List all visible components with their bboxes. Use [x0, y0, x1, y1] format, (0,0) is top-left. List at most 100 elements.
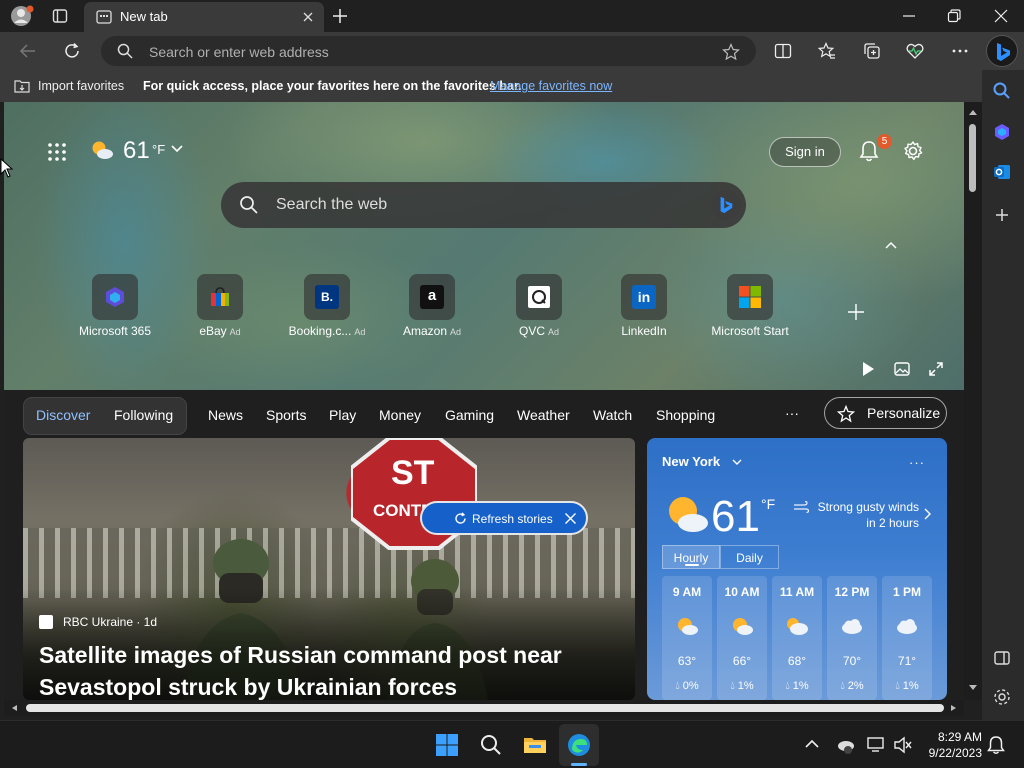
new-tab-plus-icon[interactable]	[331, 7, 349, 25]
hide-sidebar-icon[interactable]	[992, 648, 1012, 668]
top-story-card[interactable]: ST CONTROL RBC Ukraine · 1d Satellite im…	[23, 438, 635, 700]
feed-tab-money[interactable]: Money	[379, 407, 421, 423]
sidebar-copilot-icon[interactable]	[992, 122, 1012, 142]
horizontal-scrollbar[interactable]	[4, 700, 964, 716]
chevron-right-icon[interactable]	[923, 508, 931, 520]
sidebar-settings-icon[interactable]	[992, 687, 1012, 707]
close-tab-icon[interactable]	[302, 11, 314, 23]
clock-date: 9/22/2023	[928, 746, 982, 760]
weather-alert[interactable]: Strong gusty winds in 2 hours	[807, 499, 919, 531]
show-hidden-icons-chevron-icon[interactable]	[804, 737, 820, 751]
import-favorites-icon[interactable]	[14, 79, 30, 93]
scroll-up-arrow-icon[interactable]	[968, 108, 978, 116]
feed-tab-weather[interactable]: Weather	[517, 407, 570, 423]
quick-link-ebay[interactable]: eBay Ad	[170, 274, 270, 338]
onedrive-cloud-icon[interactable]	[835, 736, 855, 754]
hourly-forecast-item[interactable]: 10 AM 66° 💧︎ 1%	[717, 576, 767, 700]
tab-hourly[interactable]: Hourly	[662, 545, 720, 569]
hourly-forecast-item[interactable]: 12 PM 70° 💧︎ 2%	[827, 576, 877, 700]
address-input[interactable]: Search or enter web address	[149, 44, 329, 60]
weather-more-button[interactable]: ···	[909, 455, 925, 470]
play-background-icon[interactable]	[861, 361, 875, 377]
vertical-scrollbar[interactable]	[964, 102, 982, 700]
feed-tab-sports[interactable]: Sports	[266, 407, 306, 423]
feed-tab-shopping[interactable]: Shopping	[656, 407, 715, 423]
close-window-icon[interactable]	[993, 8, 1009, 24]
scroll-down-arrow-icon[interactable]	[968, 684, 978, 692]
manage-favorites-link[interactable]: Manage favorites now	[490, 79, 612, 93]
refresh-icon[interactable]	[63, 42, 81, 60]
sidebar-search-icon[interactable]	[992, 81, 1012, 101]
scroll-left-arrow-icon[interactable]	[10, 704, 18, 712]
minimize-icon[interactable]	[901, 8, 917, 24]
quick-link-linkedin[interactable]: in LinkedIn	[594, 274, 694, 338]
add-site-plus-icon[interactable]	[847, 303, 865, 321]
chevron-up-icon[interactable]	[884, 240, 898, 250]
hourly-forecast-item[interactable]: 11 AM 68° 💧︎ 1%	[772, 576, 822, 700]
edge-taskbar-button[interactable]	[559, 724, 599, 766]
bing-search-button[interactable]	[711, 190, 741, 220]
hourly-forecast-item[interactable]: 9 AM 63° 💧︎ 0%	[662, 576, 712, 700]
sign-in-button[interactable]: Sign in	[769, 137, 841, 167]
chevron-down-icon[interactable]	[732, 458, 742, 466]
volume-muted-icon[interactable]	[893, 736, 913, 754]
import-favorites-button[interactable]: Import favorites	[38, 79, 124, 93]
taskbar-clock[interactable]: 8:29 AM 9/22/2023	[918, 729, 982, 761]
close-icon[interactable]	[564, 512, 577, 525]
sidebar-add-icon[interactable]	[992, 205, 1012, 225]
feed-more-button[interactable]: ···	[785, 405, 799, 421]
windows-start-icon[interactable]	[435, 733, 459, 757]
profile-avatar-icon[interactable]	[10, 5, 34, 27]
weather-city[interactable]: New York	[662, 454, 720, 469]
restore-icon[interactable]	[946, 8, 962, 24]
browser-essentials-icon[interactable]	[906, 42, 924, 60]
quick-link-booking[interactable]: B. Booking.c... Ad	[277, 274, 377, 338]
quick-link-microsoft-start[interactable]: Microsoft Start	[700, 274, 800, 338]
web-search-box[interactable]: Search the web	[221, 182, 746, 228]
address-bar[interactable]: Search or enter web address	[101, 36, 756, 66]
horizontal-scroll-thumb[interactable]	[26, 704, 944, 712]
refresh-stories-button[interactable]: Refresh stories	[420, 501, 588, 535]
app-launcher-icon[interactable]	[47, 142, 67, 162]
partly-sunny-icon[interactable]	[90, 140, 114, 160]
tab-following[interactable]: Following	[114, 407, 173, 423]
hero-temperature[interactable]: 61	[123, 137, 150, 165]
bing-chat-button[interactable]	[986, 35, 1018, 67]
scroll-right-arrow-icon[interactable]	[950, 704, 958, 712]
tab-discover[interactable]: Discover	[36, 407, 90, 423]
more-options-icon[interactable]	[951, 42, 969, 60]
favorite-star-icon[interactable]	[722, 43, 740, 61]
feed-tab-play[interactable]: Play	[329, 407, 356, 423]
back-arrow-icon[interactable]	[19, 42, 37, 60]
taskbar-search-icon[interactable]	[479, 733, 503, 757]
notification-bell-icon[interactable]	[987, 735, 1005, 755]
feed-tab-news[interactable]: News	[208, 407, 243, 423]
bing-logo-icon	[997, 43, 1010, 61]
tab-daily[interactable]: Daily	[720, 545, 779, 569]
sidebar-outlook-icon[interactable]	[992, 162, 1012, 182]
hourly-forecast-item[interactable]: 1 PM 71° 💧︎ 1%	[882, 576, 932, 700]
expand-icon[interactable]	[928, 361, 944, 377]
quick-link-microsoft-365[interactable]: Microsoft 365	[65, 274, 165, 338]
chevron-down-icon[interactable]	[170, 144, 184, 154]
web-search-input[interactable]: Search the web	[276, 196, 387, 214]
file-explorer-icon[interactable]	[523, 733, 547, 757]
network-display-icon[interactable]	[867, 736, 887, 754]
tab-actions-icon[interactable]	[52, 8, 68, 24]
feed-tab-watch[interactable]: Watch	[593, 407, 632, 423]
feed-tab-gaming[interactable]: Gaming	[445, 407, 494, 423]
story-source[interactable]: RBC Ukraine · 1d	[63, 615, 157, 629]
story-headline[interactable]: Satellite images of Russian command post…	[39, 639, 609, 700]
quick-link-qvc[interactable]: QVC Ad	[489, 274, 589, 338]
notifications-bell-icon[interactable]	[859, 140, 879, 162]
weather-card[interactable]: New York ··· 61 °F Strong gusty winds in…	[647, 438, 947, 700]
background-image-icon[interactable]	[894, 361, 910, 377]
vertical-scroll-thumb[interactable]	[969, 124, 976, 192]
personalize-button[interactable]: Personalize	[824, 397, 947, 429]
collections-icon[interactable]	[863, 42, 881, 60]
favorites-icon[interactable]	[818, 42, 836, 60]
split-screen-icon[interactable]	[774, 42, 792, 60]
quick-link-amazon[interactable]: a Amazon Ad	[382, 274, 482, 338]
tab-new-tab[interactable]: New tab	[84, 2, 324, 32]
page-settings-gear-icon[interactable]	[902, 140, 924, 162]
